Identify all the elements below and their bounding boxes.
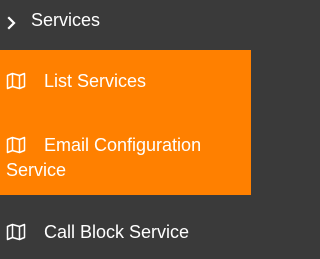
menu-item-call-block-service[interactable]: Call Block Service	[0, 201, 251, 259]
menu-item-list-services[interactable]: List Services	[0, 50, 251, 111]
menu-item-label: Call Block Service	[44, 222, 190, 242]
services-menu: Services List Services Email Configurati…	[0, 0, 251, 259]
menu-item-email-configuration-service[interactable]: Email Configuration Service	[0, 111, 251, 195]
menu-item-label: List Services	[44, 71, 147, 91]
services-section-label: Services	[31, 10, 101, 30]
services-section-header[interactable]: Services	[0, 0, 251, 44]
map-icon	[6, 223, 26, 241]
chevron-right-icon	[6, 13, 18, 30]
menu-item-label: Email Configuration Service	[6, 135, 202, 180]
map-icon	[6, 72, 26, 90]
